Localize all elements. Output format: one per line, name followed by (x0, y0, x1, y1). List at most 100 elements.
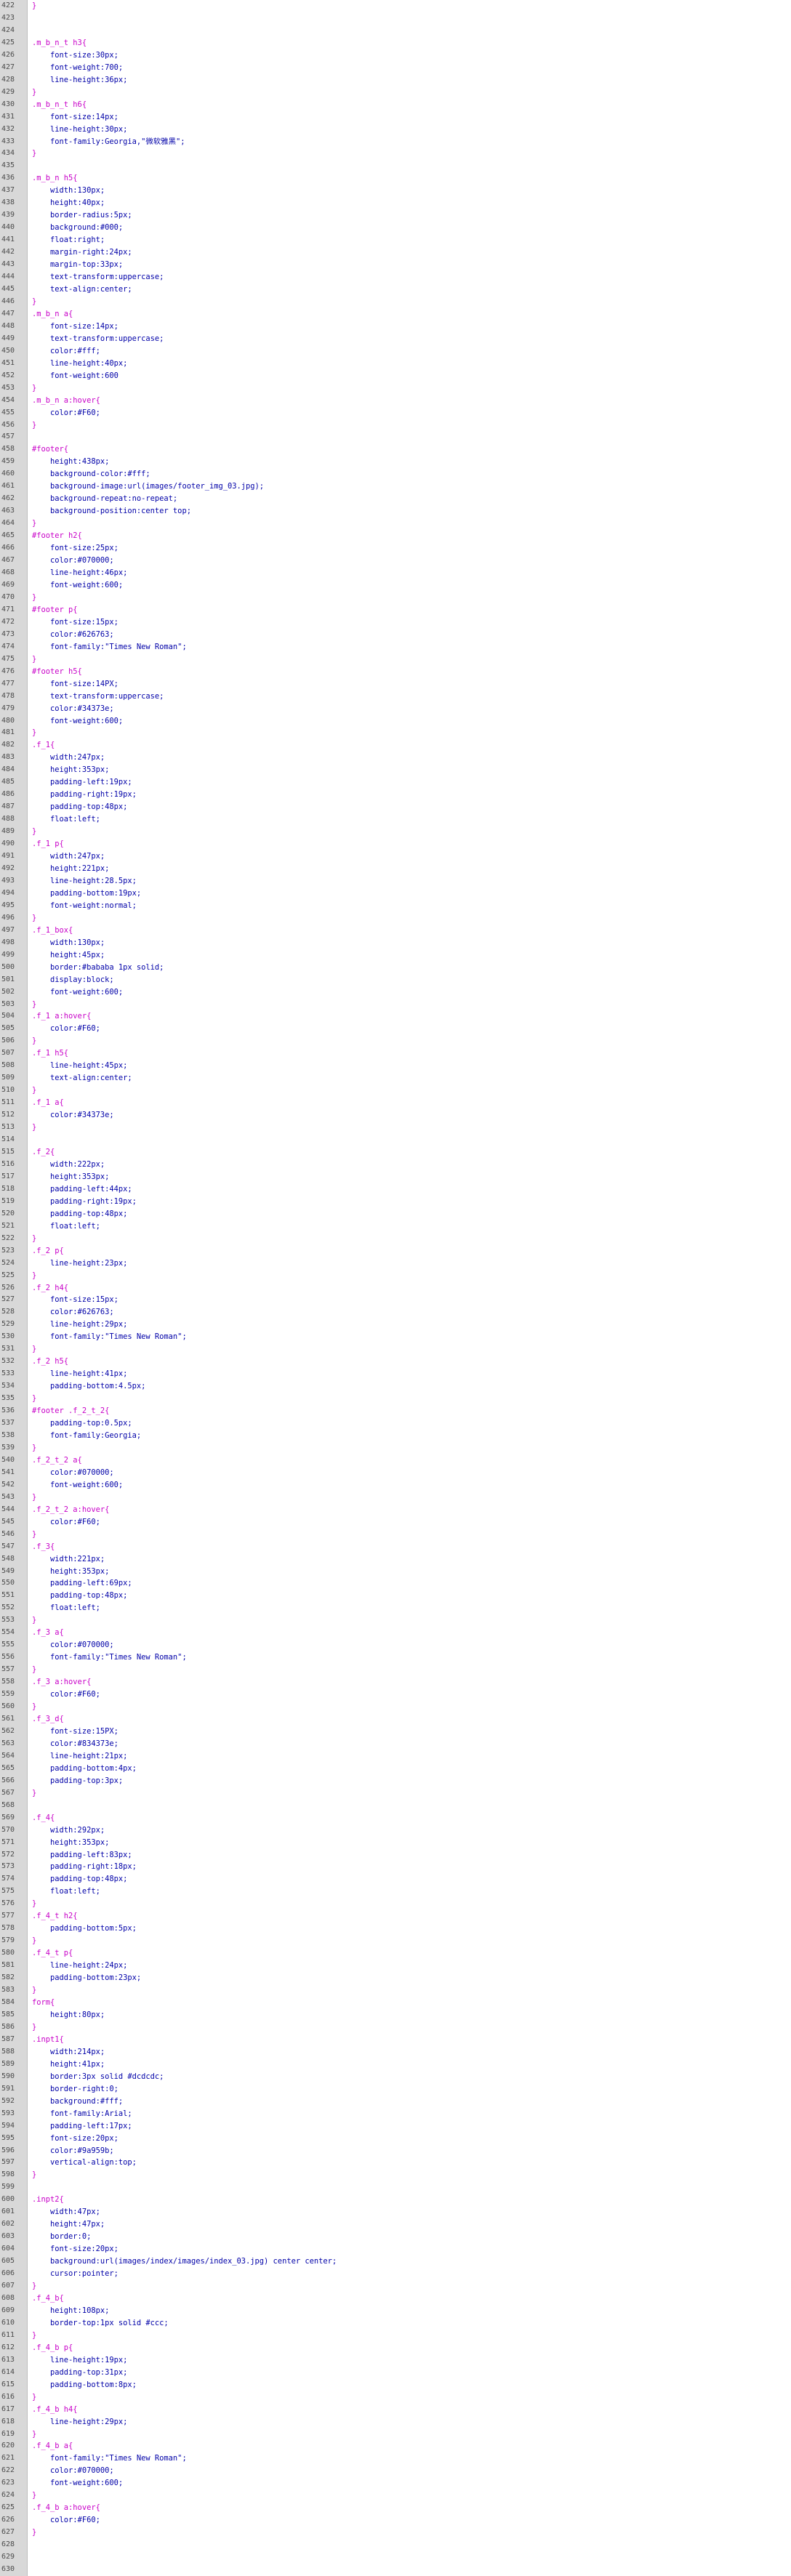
code-line[interactable]: 608 .f_4_b{ (0, 2293, 791, 2305)
code-line[interactable]: 506} (0, 1035, 791, 1047)
code-line[interactable]: 615 padding-bottom:8px; (0, 2379, 791, 2391)
code-line[interactable]: 589 height:41px; (0, 2058, 791, 2071)
code-line[interactable]: 543} (0, 1492, 791, 1504)
code-line[interactable]: 610 border-top:1px solid #ccc; (0, 2317, 791, 2330)
code-line[interactable]: 556 font-family:"Times New Roman"; (0, 1651, 791, 1664)
code-line[interactable]: 564 line-height:21px; (0, 1750, 791, 1763)
code-line[interactable]: 530 font-family:"Times New Roman"; (0, 1331, 791, 1343)
code-line[interactable]: 582 padding-bottom:23px; (0, 1972, 791, 1984)
code-line[interactable]: 616} (0, 2391, 791, 2404)
code-line[interactable]: 612 .f_4_b p{ (0, 2342, 791, 2354)
code-line[interactable]: 486 padding-right:19px; (0, 789, 791, 801)
code-editor[interactable]: 422} 423 424 425 .m_b_n_t h3{426 font-size:3… (0, 0, 791, 2576)
code-line[interactable]: 441 float:right; (0, 234, 791, 246)
code-line[interactable]: 478 text-transform:uppercase; (0, 691, 791, 703)
code-line[interactable]: 555 color:#070000; (0, 1639, 791, 1651)
code-line[interactable]: 454 .m_b_n a:hover{ (0, 395, 791, 407)
code-line[interactable]: 507 .f_1 h5{ (0, 1047, 791, 1060)
code-line[interactable]: 546} (0, 1529, 791, 1541)
code-line[interactable]: 452 font-weight:600 (0, 370, 791, 382)
code-line[interactable]: 427 font-weight:700; (0, 62, 791, 74)
code-line[interactable]: 516 width:222px; (0, 1159, 791, 1171)
code-line[interactable]: 622 color:#070000; (0, 2465, 791, 2477)
code-line[interactable]: 536 #footer .f_2_t_2{ (0, 1405, 791, 1417)
code-line[interactable]: 626 color:#F60; (0, 2514, 791, 2527)
code-line[interactable]: 514 (0, 1134, 791, 1146)
code-line[interactable]: 544 .f_2_t_2 a:hover{ (0, 1504, 791, 1516)
code-line[interactable]: 489} (0, 826, 791, 838)
code-line[interactable]: 513} (0, 1122, 791, 1134)
code-line[interactable]: 437 width:130px; (0, 185, 791, 197)
code-line[interactable]: 438 height:40px; (0, 197, 791, 209)
code-line[interactable]: 603 border:0; (0, 2231, 791, 2243)
code-line[interactable]: 493 line-height:28.5px; (0, 875, 791, 887)
code-line[interactable]: 630 (0, 2564, 791, 2576)
code-line[interactable]: 629 (0, 2551, 791, 2564)
code-line[interactable]: 573 padding-right:18px; (0, 1861, 791, 1873)
code-line[interactable]: 590 border:3px solid #dcdcdc; (0, 2071, 791, 2083)
code-line[interactable]: 431 font-size:14px; (0, 111, 791, 124)
code-line[interactable]: 472 font-size:15px; (0, 616, 791, 629)
code-line[interactable]: 433 font-family:Georgia,"微软雅黑"; (0, 136, 791, 148)
code-line[interactable]: 567} (0, 1787, 791, 1800)
code-line[interactable]: 521 float:left; (0, 1220, 791, 1233)
code-line[interactable]: 476 #footer h5{ (0, 666, 791, 678)
code-line[interactable]: 465 #footer h2{ (0, 530, 791, 542)
code-line[interactable]: 554 .f_3 a{ (0, 1627, 791, 1639)
code-line[interactable]: 491 width:247px; (0, 850, 791, 863)
code-line[interactable]: 448 font-size:14px; (0, 321, 791, 333)
code-line[interactable]: 481} (0, 727, 791, 739)
code-line[interactable]: 601 width:47px; (0, 2206, 791, 2218)
code-line[interactable]: 524 line-height:23px; (0, 1257, 791, 1270)
code-line[interactable]: 619} (0, 2428, 791, 2441)
code-line[interactable]: 463 background-position:center top; (0, 505, 791, 518)
code-line[interactable]: 562 font-size:15PX; (0, 1726, 791, 1738)
code-line[interactable]: 474 font-family:"Times New Roman"; (0, 641, 791, 653)
code-line[interactable]: 451 line-height:40px; (0, 358, 791, 370)
code-line[interactable]: 625 .f_4_b a:hover{ (0, 2502, 791, 2514)
code-line[interactable]: 487 padding-top:48px; (0, 801, 791, 813)
code-line[interactable]: 583} (0, 1984, 791, 1997)
code-line[interactable]: 566 padding-top:3px; (0, 1775, 791, 1787)
code-line[interactable]: 591 border-right:0; (0, 2083, 791, 2096)
code-line[interactable]: 563 color:#834373e; (0, 1738, 791, 1750)
code-line[interactable]: 617 .f_4_b h4{ (0, 2404, 791, 2416)
code-line[interactable]: 531} (0, 1343, 791, 1356)
code-line[interactable]: 432 line-height:30px; (0, 124, 791, 136)
code-line[interactable]: 492 height:221px; (0, 863, 791, 875)
code-line[interactable]: 444 text-transform:uppercase; (0, 271, 791, 283)
code-line[interactable]: 464} (0, 518, 791, 530)
code-line[interactable]: 517 height:353px; (0, 1171, 791, 1183)
code-line[interactable]: 550 padding-left:69px; (0, 1577, 791, 1590)
code-line[interactable]: 449 text-transform:uppercase; (0, 333, 791, 345)
code-line[interactable]: 525} (0, 1270, 791, 1282)
code-line[interactable]: 620 .f_4_b a{ (0, 2440, 791, 2452)
code-line[interactable]: 606 cursor:pointer; (0, 2268, 791, 2280)
code-line[interactable]: 604 font-size:20px; (0, 2243, 791, 2255)
code-line[interactable]: 459 height:438px; (0, 456, 791, 468)
code-line[interactable]: 430 .m_b_n_t h6{ (0, 99, 791, 111)
code-line[interactable]: 529 line-height:29px; (0, 1319, 791, 1331)
code-line[interactable]: 518 padding-left:44px; (0, 1183, 791, 1196)
code-line[interactable]: 434} (0, 148, 791, 160)
code-line[interactable]: 569 .f_4{ (0, 1812, 791, 1824)
code-line[interactable]: 597 vertical-align:top; (0, 2157, 791, 2169)
code-line[interactable]: 545 color:#F60; (0, 1516, 791, 1529)
code-line[interactable]: 609 height:108px; (0, 2305, 791, 2317)
code-line[interactable]: 428 line-height:36px; (0, 74, 791, 86)
code-line[interactable]: 581 line-height:24px; (0, 1960, 791, 1972)
code-line[interactable]: 558 .f_3 a:hover{ (0, 1676, 791, 1689)
code-line[interactable]: 456} (0, 419, 791, 432)
code-line[interactable]: 482 .f_1{ (0, 739, 791, 752)
code-line[interactable]: 542 font-weight:600; (0, 1479, 791, 1492)
code-line[interactable]: 547 .f_3{ (0, 1541, 791, 1553)
code-line[interactable]: 512 color:#34373e; (0, 1109, 791, 1122)
code-line[interactable]: 598} (0, 2169, 791, 2181)
code-line[interactable]: 445 text-align:center; (0, 283, 791, 296)
code-line[interactable]: 576} (0, 1898, 791, 1910)
code-line[interactable]: 553} (0, 1614, 791, 1627)
code-line[interactable]: 572 padding-left:83px; (0, 1849, 791, 1861)
code-line[interactable]: 504 .f_1 a:hover{ (0, 1010, 791, 1023)
code-line[interactable]: 497 .f_1_box{ (0, 925, 791, 937)
code-line[interactable]: 595 font-size:20px; (0, 2133, 791, 2145)
